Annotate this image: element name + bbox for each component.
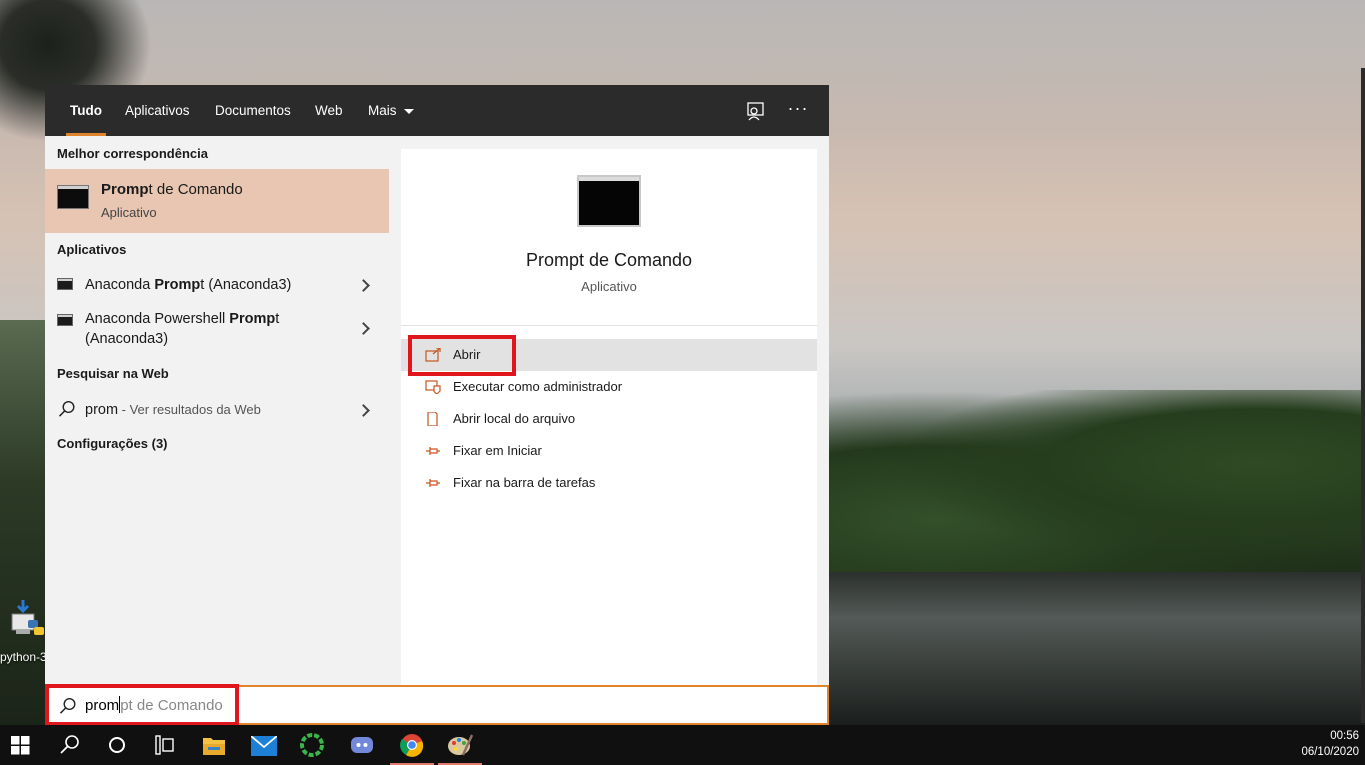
terminal-icon [57,314,73,326]
app-preview-pane: Prompt de Comando Aplicativo Abrir Execu… [401,149,817,725]
window-edge [1361,68,1365,723]
search-icon[interactable] [46,725,94,765]
chevron-right-icon[interactable] [357,322,370,335]
action-open-file-location[interactable]: Abrir local do arquivo [401,403,817,435]
list-item-anaconda-prompt[interactable]: Anaconda Prompt (Anaconda3) [45,270,389,300]
best-match-item[interactable]: Prompt de Comando Aplicativo [45,169,389,233]
list-item-label: prom - Ver resultados da Web [85,402,261,418]
python-installer-icon [11,600,44,635]
feedback-icon[interactable] [743,98,769,124]
list-item-label: Anaconda Powershell Prompt (Anaconda3) [85,311,280,347]
terminal-icon [57,278,73,290]
results-list: Melhor correspondência Prompt de Comando… [45,136,389,685]
discord-icon[interactable] [338,725,386,765]
best-match-header: Melhor correspondência [57,146,208,161]
list-item-anaconda-powershell[interactable]: Anaconda Powershell Prompt (Anaconda3) [45,306,389,352]
action-label: Fixar na barra de tarefas [453,475,596,490]
action-pin-to-start[interactable]: Fixar em Iniciar [401,435,817,467]
command-prompt-icon [577,175,641,227]
open-icon [425,348,441,362]
tab-documents[interactable]: Documentos [215,85,291,136]
system-clock[interactable]: 00:56 06/10/2020 [1301,728,1359,760]
chevron-right-icon[interactable] [357,279,370,292]
tab-web[interactable]: Web [315,85,343,136]
action-open[interactable]: Abrir [401,339,817,371]
paint-icon[interactable] [436,725,484,765]
taskbar: 00:56 06/10/2020 [0,725,1365,765]
divider [401,325,817,326]
best-match-title: Prompt de Comando [101,181,243,198]
search-icon [58,400,75,417]
tab-apps[interactable]: Aplicativos [125,85,190,136]
apps-header: Aplicativos [57,242,127,257]
action-run-as-admin[interactable]: Executar como administrador [401,371,817,403]
pin-icon [426,479,440,487]
tab-more[interactable]: Mais [368,85,414,136]
app-ring-icon[interactable] [288,725,336,765]
list-item-web-search[interactable]: prom - Ver resultados da Web [45,394,389,424]
action-label: Fixar em Iniciar [453,443,542,458]
windows-start-icon[interactable] [0,725,48,765]
tab-more-label: Mais [368,103,397,118]
desktop-icon-python-installer[interactable]: python-3 [0,596,47,668]
action-label: Executar como administrador [453,379,623,394]
search-scope-tabs: Tudo Aplicativos Documentos Web Mais ··· [45,85,829,136]
file-location-icon [427,412,438,426]
search-box[interactable]: prompt de Comando [45,685,829,725]
chrome-icon[interactable] [388,725,436,765]
preview-title: Prompt de Comando [525,250,693,270]
action-label: Abrir [453,347,481,362]
search-input[interactable]: prompt de Comando [85,696,223,714]
command-prompt-icon [57,185,89,209]
tab-all[interactable]: Tudo [66,85,106,136]
wallpaper-trees [829,390,1365,575]
pin-icon [426,447,440,455]
task-view-icon[interactable] [142,725,190,765]
chevron-right-icon[interactable] [357,404,370,417]
mail-icon[interactable] [240,725,288,765]
file-explorer-icon[interactable] [190,725,238,765]
action-pin-to-taskbar[interactable]: Fixar na barra de tarefas [401,467,817,499]
wallpaper-lake [829,572,1365,725]
best-match-subtitle: Aplicativo [101,205,157,220]
preview-subtitle: Aplicativo [581,279,637,294]
search-icon [59,697,76,714]
ellipsis-icon[interactable]: ··· [785,98,811,124]
search-panel: Tudo Aplicativos Documentos Web Mais ···… [45,85,829,725]
action-label: Abrir local do arquivo [453,411,576,426]
settings-header[interactable]: Configurações (3) [57,436,168,451]
web-search-header: Pesquisar na Web [57,366,169,381]
desktop-icon-label: python-3 [0,650,47,664]
shield-icon [425,380,441,394]
cortana-icon[interactable] [94,725,142,765]
clock-date: 06/10/2020 [1301,746,1359,758]
chevron-down-icon [403,108,414,114]
list-item-label: Anaconda Prompt (Anaconda3) [85,277,292,293]
clock-time: 00:56 [1330,730,1359,742]
